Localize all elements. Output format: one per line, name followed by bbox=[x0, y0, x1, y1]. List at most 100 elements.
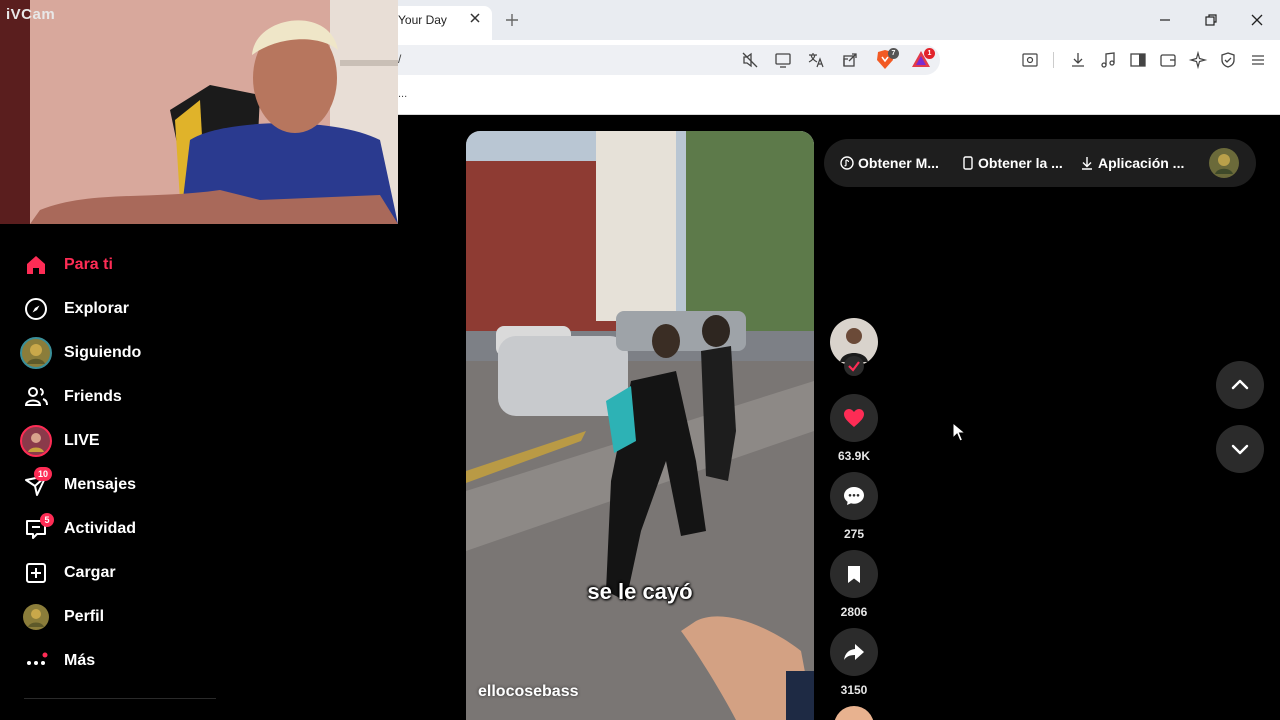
close-window-icon[interactable] bbox=[1247, 10, 1267, 30]
activity-badge: 5 bbox=[40, 513, 54, 527]
user-avatar[interactable] bbox=[1208, 147, 1240, 179]
menu-icon[interactable] bbox=[1248, 50, 1268, 70]
friends-icon bbox=[18, 379, 54, 415]
new-tab-icon[interactable] bbox=[502, 10, 522, 30]
audio-off-icon[interactable] bbox=[740, 50, 760, 70]
get-coins-button[interactable]: Obtener M... bbox=[840, 155, 939, 171]
get-coins-label: Obtener M... bbox=[858, 155, 939, 171]
app-promo-bar: Obtener M... Obtener la ... Aplicación .… bbox=[824, 139, 1256, 187]
mouse-cursor-icon bbox=[952, 422, 966, 442]
following-avatar-icon bbox=[18, 335, 54, 371]
activity-icon: 5 bbox=[18, 511, 54, 547]
video-frame bbox=[466, 131, 814, 720]
wallet-icon[interactable] bbox=[1158, 50, 1178, 70]
like-count: 63.9K bbox=[837, 449, 871, 463]
find-in-page-icon[interactable] bbox=[1020, 50, 1040, 70]
more-icon bbox=[18, 643, 54, 679]
creator-avatar[interactable] bbox=[830, 318, 878, 376]
restore-icon[interactable] bbox=[1201, 10, 1221, 30]
sidebar-divider bbox=[24, 698, 216, 699]
follow-button[interactable] bbox=[844, 356, 864, 376]
get-app-label: Obtener la ... bbox=[978, 155, 1063, 171]
sidebar-item-label: Perfil bbox=[64, 608, 105, 625]
sidebar-item-mensajes[interactable]: 10 Mensajes bbox=[18, 467, 218, 503]
sidebar-item-label: Siguiendo bbox=[64, 344, 142, 361]
bookmarks-overflow[interactable]: ... bbox=[398, 88, 407, 100]
sidebar-item-label: Friends bbox=[64, 388, 122, 405]
share-arrow-icon bbox=[844, 644, 864, 660]
share-icon[interactable] bbox=[840, 50, 860, 70]
webcam-overlay: iVCam bbox=[0, 0, 398, 224]
like-button[interactable] bbox=[830, 394, 878, 442]
next-video-button[interactable] bbox=[1216, 425, 1264, 473]
chevron-down-icon bbox=[1231, 444, 1249, 455]
tab-title: Your Day bbox=[398, 13, 447, 27]
home-icon bbox=[18, 247, 54, 283]
music-disc[interactable] bbox=[834, 706, 874, 720]
rewards-count-badge: 1 bbox=[924, 48, 935, 59]
sidebar-item-label: Explorar bbox=[64, 300, 129, 317]
desktop-app-label: Aplicación ... bbox=[1098, 155, 1185, 171]
minimize-icon[interactable] bbox=[1155, 10, 1175, 30]
close-tab-icon[interactable] bbox=[468, 11, 482, 25]
sidebar-item-live[interactable]: LIVE bbox=[18, 423, 218, 459]
sidebar-item-cargar[interactable]: Cargar bbox=[18, 555, 218, 591]
leo-ai-icon[interactable] bbox=[1188, 50, 1208, 70]
live-avatar-icon bbox=[18, 423, 54, 459]
video-caption: se le cayó bbox=[587, 579, 693, 604]
compass-icon bbox=[18, 291, 54, 327]
translate-icon[interactable] bbox=[806, 50, 826, 70]
comment-icon bbox=[844, 487, 864, 505]
heart-icon bbox=[844, 409, 864, 427]
screen: Your Day / 7 1 ... Para ti Explorar Sigu… bbox=[0, 0, 1280, 720]
shields-count-badge: 7 bbox=[888, 48, 899, 59]
save-button[interactable] bbox=[830, 550, 878, 598]
profile-avatar-icon bbox=[18, 599, 54, 635]
webcam-label: iVCam bbox=[6, 6, 56, 23]
share-button[interactable] bbox=[830, 628, 878, 676]
sidebar-item-para-ti[interactable]: Para ti bbox=[18, 247, 218, 283]
get-app-button[interactable]: Obtener la ... bbox=[962, 155, 1063, 171]
chevron-up-icon bbox=[1231, 379, 1249, 390]
bookmark-icon bbox=[848, 566, 860, 583]
previous-video-button[interactable] bbox=[1216, 361, 1264, 409]
messages-icon: 10 bbox=[18, 467, 54, 503]
phone-icon bbox=[963, 156, 973, 170]
browser-tab[interactable]: Your Day bbox=[388, 6, 492, 40]
sidebar-item-label: LIVE bbox=[64, 432, 100, 449]
webcam-feed bbox=[0, 0, 398, 224]
sidebar-item-actividad[interactable]: 5 Actividad bbox=[18, 511, 218, 547]
url-text: / bbox=[398, 52, 402, 66]
sidebar-item-perfil[interactable]: Perfil bbox=[18, 599, 218, 635]
brave-rewards-button[interactable]: 1 bbox=[910, 48, 935, 72]
checkmark-icon bbox=[848, 361, 860, 372]
coin-icon bbox=[840, 156, 854, 170]
comment-count: 275 bbox=[843, 527, 865, 541]
sidebar-item-label: Para ti bbox=[64, 256, 113, 273]
messages-badge: 10 bbox=[34, 467, 53, 481]
brave-shields-button[interactable]: 7 bbox=[874, 48, 899, 72]
download-arrow-icon bbox=[1082, 157, 1092, 170]
toolbar-divider bbox=[1053, 52, 1054, 68]
vpn-shield-icon[interactable] bbox=[1218, 50, 1238, 70]
share-count: 3150 bbox=[840, 683, 868, 697]
comment-button[interactable] bbox=[830, 472, 878, 520]
desktop-app-button[interactable]: Aplicación ... bbox=[1080, 155, 1184, 171]
sidebar-toggle-icon[interactable] bbox=[1128, 50, 1148, 70]
sidebar-item-mas[interactable]: Más bbox=[18, 643, 218, 679]
save-count: 2806 bbox=[840, 605, 868, 619]
video-player[interactable]: se le cayó ellocosebass bbox=[466, 131, 814, 720]
music-icon[interactable] bbox=[1098, 50, 1118, 70]
download-icon[interactable] bbox=[1068, 50, 1088, 70]
video-author[interactable]: ellocosebass bbox=[478, 683, 579, 701]
sidebar-item-label: Actividad bbox=[64, 520, 137, 537]
cast-icon[interactable] bbox=[773, 50, 793, 70]
sidebar-item-label: Más bbox=[64, 652, 96, 669]
sidebar-item-label: Cargar bbox=[64, 564, 116, 581]
sidebar-item-label: Mensajes bbox=[64, 476, 137, 493]
sidebar-item-siguiendo[interactable]: Siguiendo bbox=[18, 335, 218, 371]
upload-icon bbox=[18, 555, 54, 591]
sidebar-item-friends[interactable]: Friends bbox=[18, 379, 218, 415]
user-avatar-icon bbox=[1209, 148, 1239, 178]
sidebar-item-explorar[interactable]: Explorar bbox=[18, 291, 218, 327]
